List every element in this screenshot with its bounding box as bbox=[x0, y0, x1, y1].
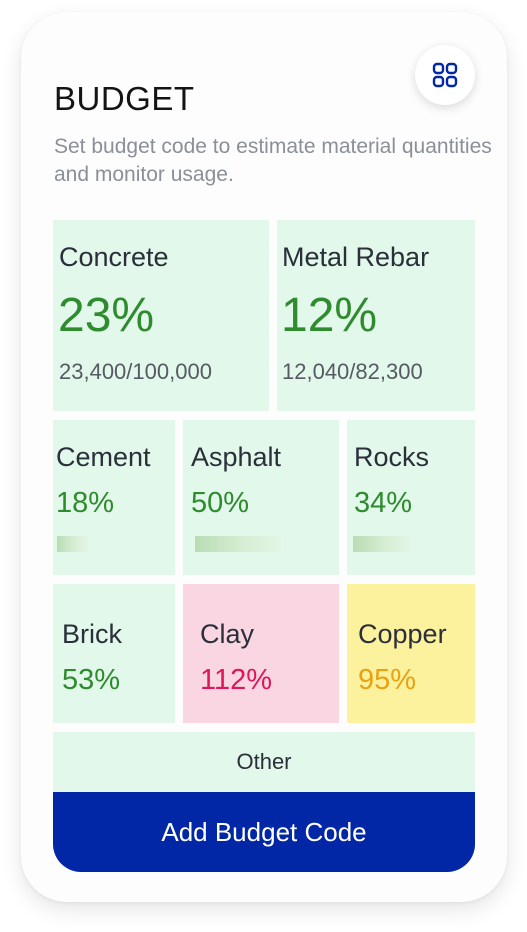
add-budget-code-button[interactable]: Add Budget Code bbox=[53, 792, 475, 872]
tile-count: 23,400/100,000 bbox=[59, 359, 212, 384]
tile-label: Asphalt bbox=[191, 442, 282, 472]
tile-metal-rebar[interactable]: Metal Rebar 12% 12,040/82,300 bbox=[277, 220, 475, 411]
progress-bar bbox=[57, 536, 143, 552]
tile-percent: 34% bbox=[354, 487, 413, 519]
tile-percent: 23% bbox=[58, 289, 155, 342]
tile-cement[interactable]: Cement 18% bbox=[53, 420, 175, 575]
tile-rocks[interactable]: Rocks 34% bbox=[347, 420, 475, 575]
tile-label: Metal Rebar bbox=[282, 242, 430, 272]
tile-label: Brick bbox=[62, 619, 122, 649]
tile-percent: 53% bbox=[62, 664, 121, 696]
tile-clay[interactable]: Clay 112% bbox=[183, 584, 339, 723]
progress-bar bbox=[353, 536, 439, 552]
tile-brick[interactable]: Brick 53% bbox=[53, 584, 175, 723]
tile-percent: 50% bbox=[191, 487, 250, 519]
page-subtitle: Set budget code to estimate material qua… bbox=[54, 135, 492, 186]
tile-asphalt[interactable]: Asphalt 50% bbox=[183, 420, 339, 575]
tile-count: 12,040/82,300 bbox=[282, 359, 423, 384]
tile-label: Rocks bbox=[354, 442, 430, 472]
add-budget-code-label: Add Budget Code bbox=[161, 816, 367, 847]
other-tile[interactable]: Other bbox=[53, 732, 475, 792]
tile-percent: 18% bbox=[56, 487, 115, 519]
progress-fill bbox=[57, 536, 88, 552]
tile-label: Concrete bbox=[59, 242, 169, 272]
tile-percent: 112% bbox=[200, 664, 273, 696]
tile-label: Copper bbox=[358, 619, 447, 649]
tile-label: Clay bbox=[200, 619, 255, 649]
grid-menu-button[interactable] bbox=[415, 45, 475, 105]
tile-concrete[interactable]: Concrete 23% 23,400/100,000 bbox=[53, 220, 269, 411]
grid-icon bbox=[432, 62, 458, 88]
tile-percent: 95% bbox=[358, 664, 417, 696]
tile-percent: 12% bbox=[281, 289, 378, 342]
other-label: Other bbox=[236, 749, 292, 774]
page-title: BUDGET bbox=[54, 80, 195, 117]
progress-fill bbox=[195, 536, 281, 552]
tile-label: Cement bbox=[56, 442, 151, 472]
progress-bar bbox=[195, 536, 281, 552]
tile-copper[interactable]: Copper 95% bbox=[347, 584, 475, 723]
progress-fill bbox=[353, 536, 412, 552]
